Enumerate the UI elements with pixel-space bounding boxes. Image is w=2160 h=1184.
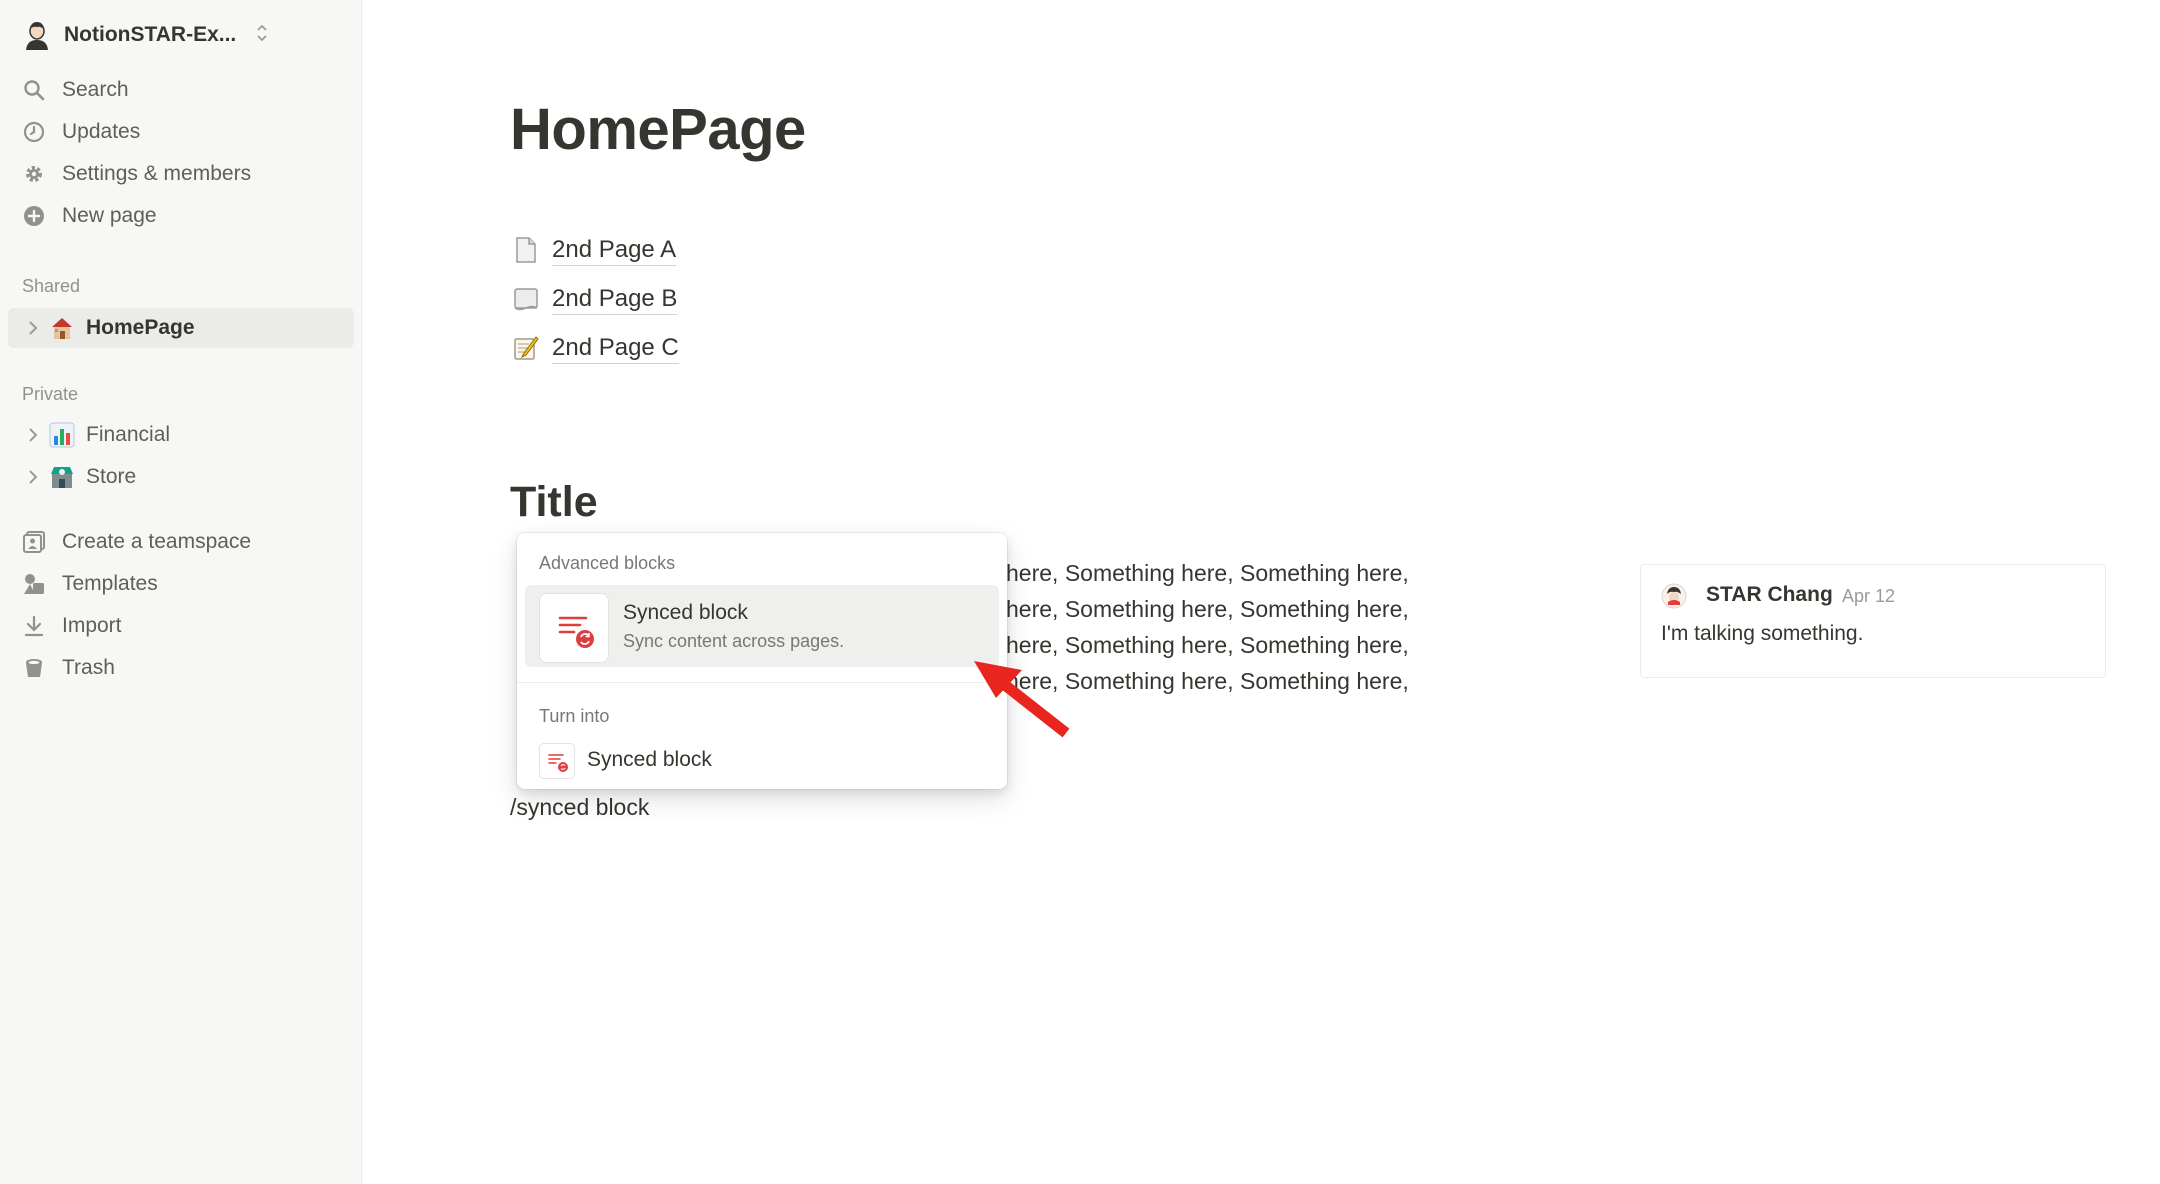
sidebar-item-label: New page <box>62 204 157 227</box>
popup-section-advanced-blocks: Advanced blocks <box>539 553 676 573</box>
sidebar-item-trash[interactable]: Trash <box>22 650 115 686</box>
house-icon <box>48 314 76 342</box>
comment-author: STAR Chang <box>1706 583 1833 606</box>
sidebar-item-financial[interactable]: Financial <box>8 415 354 455</box>
sidebar-item-homepage[interactable]: HomePage <box>8 308 354 348</box>
sidebar-item-label: Settings & members <box>62 162 252 185</box>
sidebar-item-label: Search <box>62 78 129 101</box>
sidebar-item-label: Trash <box>62 656 115 679</box>
sidebar-item-updates[interactable]: Updates <box>22 114 140 150</box>
synced-block-option-title: Synced block <box>623 601 748 624</box>
comment-avatar-icon <box>1661 583 1687 609</box>
slash-command-text[interactable]: /synced block <box>510 794 649 821</box>
page-link-label: 2nd Page B <box>552 284 678 315</box>
turn-into-synced-block-option[interactable]: Synced block <box>587 748 712 772</box>
workspace-avatar-icon <box>22 20 52 50</box>
chevron-right-icon[interactable] <box>22 427 44 443</box>
bar-chart-icon <box>48 421 76 449</box>
shared-section-label: Shared <box>22 276 81 296</box>
sidebar-item-label: Updates <box>62 120 141 143</box>
page-link-label: 2nd Page C <box>552 333 679 364</box>
page-title[interactable]: HomePage <box>510 96 806 163</box>
chevron-updown-icon <box>256 23 268 47</box>
page-link-b[interactable]: 2nd Page B <box>512 281 678 317</box>
synced-block-small-icon[interactable] <box>539 743 575 779</box>
body-text-line[interactable]: here, Something here, Something here, <box>1006 596 1409 623</box>
comment-card[interactable]: STAR Chang Apr 12 I'm talking something. <box>1640 564 2106 678</box>
scroll-icon <box>512 285 540 313</box>
sidebar-item-label: Templates <box>62 572 158 595</box>
private-section-label: Private <box>22 384 79 404</box>
store-icon <box>48 463 76 491</box>
page-icon <box>512 236 540 264</box>
search-icon <box>22 78 46 102</box>
sidebar-item-label: HomePage <box>86 316 195 339</box>
popup-divider <box>517 682 1007 683</box>
sidebar-item-settings[interactable]: Settings & members <box>22 156 251 192</box>
teamspace-icon <box>22 530 46 554</box>
body-text-line[interactable]: here, Something here, Something here, <box>1006 560 1409 587</box>
trash-icon <box>22 656 46 680</box>
sidebar: NotionSTAR-Ex... Search Updates Settings… <box>0 0 362 1184</box>
clock-icon <box>22 120 46 144</box>
workspace-name: NotionSTAR-Ex... <box>64 23 237 46</box>
page-link-a[interactable]: 2nd Page A <box>512 232 677 268</box>
popup-section-turn-into: Turn into <box>539 706 610 726</box>
download-icon <box>22 614 46 638</box>
block-menu-popup: Advanced blocks Synced block Sync conten… <box>517 533 1007 789</box>
gear-icon <box>22 162 46 186</box>
memo-icon <box>512 334 540 362</box>
page-link-c[interactable]: 2nd Page C <box>512 330 679 366</box>
page-link-label: 2nd Page A <box>552 235 677 266</box>
sidebar-item-templates[interactable]: Templates <box>22 566 158 602</box>
plus-circle-icon <box>22 204 46 228</box>
synced-block-icon <box>539 593 609 663</box>
workspace-switcher[interactable]: NotionSTAR-Ex... <box>22 16 268 54</box>
sidebar-item-create-teamspace[interactable]: Create a teamspace <box>22 524 251 560</box>
sidebar-item-new-page[interactable]: New page <box>22 198 157 234</box>
sidebar-item-label: Import <box>62 614 122 637</box>
red-arrow-annotation-icon <box>974 661 1070 738</box>
chevron-right-icon[interactable] <box>22 469 44 485</box>
templates-icon <box>22 572 46 596</box>
sidebar-item-import[interactable]: Import <box>22 608 122 644</box>
sidebar-item-label: Create a teamspace <box>62 530 252 553</box>
comment-text: I'm talking something. <box>1661 622 1864 645</box>
sidebar-item-store[interactable]: Store <box>8 457 354 497</box>
sidebar-item-label: Store <box>86 465 137 488</box>
chevron-right-icon[interactable] <box>22 320 44 336</box>
sidebar-item-search[interactable]: Search <box>22 72 129 108</box>
section-heading[interactable]: Title <box>510 478 598 527</box>
comment-date: Apr 12 <box>1842 586 1896 606</box>
synced-block-option-desc: Sync content across pages. <box>623 631 845 651</box>
sidebar-item-label: Financial <box>86 423 171 446</box>
